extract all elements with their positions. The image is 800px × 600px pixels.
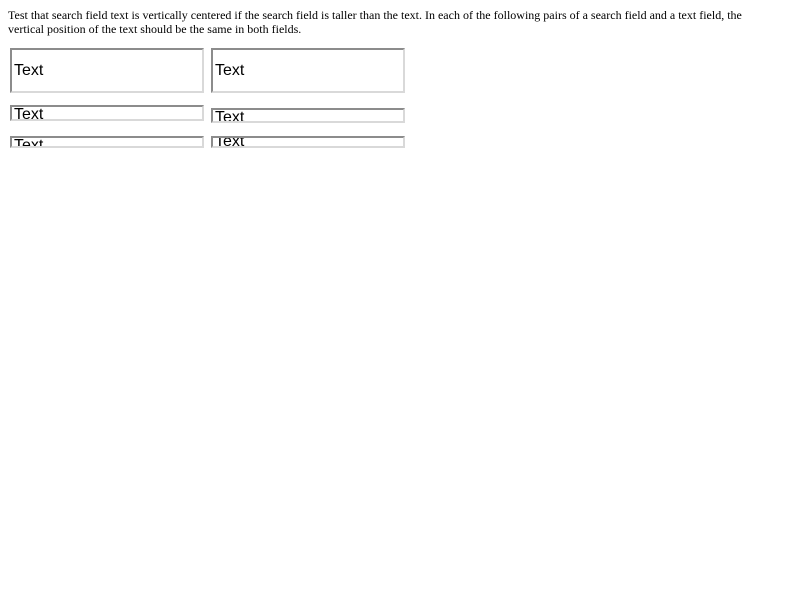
- test-description: Test that search field text is verticall…: [8, 8, 742, 36]
- text-field-2[interactable]: Text: [211, 108, 405, 123]
- text-field-value: Text: [215, 136, 245, 148]
- search-field-2[interactable]: Text: [10, 105, 204, 121]
- text-field-value: Text: [215, 109, 245, 123]
- search-field-value: Text: [14, 137, 44, 148]
- text-field-1[interactable]: Text: [211, 48, 405, 93]
- search-field-value: Text: [14, 106, 44, 121]
- search-field-1[interactable]: Text: [10, 48, 204, 93]
- search-field-value: Text: [14, 62, 44, 79]
- search-field-3[interactable]: Text: [10, 136, 204, 148]
- text-field-3[interactable]: Text: [211, 136, 405, 148]
- text-field-value: Text: [215, 62, 245, 79]
